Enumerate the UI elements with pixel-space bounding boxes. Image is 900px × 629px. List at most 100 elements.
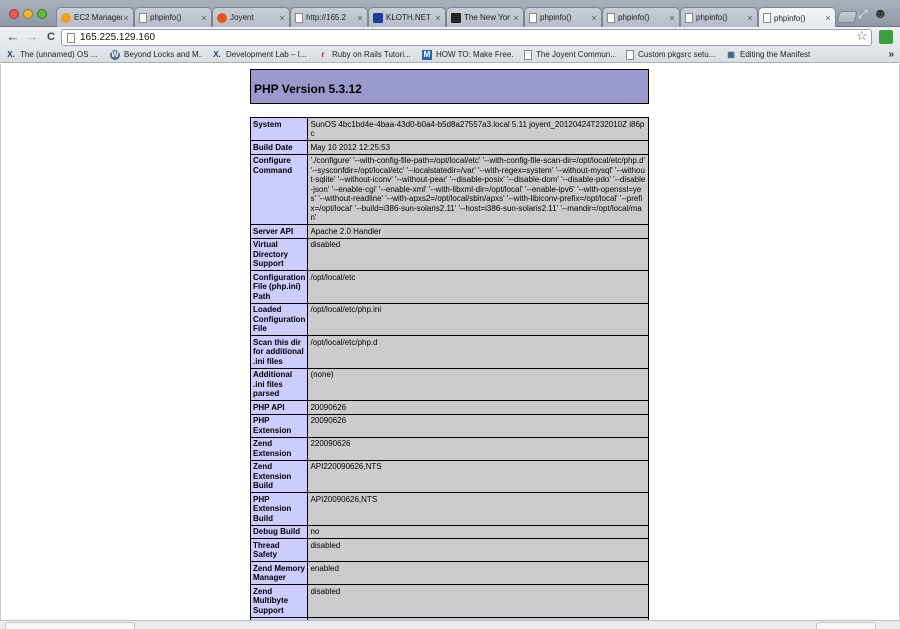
bookmark-item[interactable]: r Ruby on Rails Tutori... (318, 48, 412, 62)
row-key: PHP Extension (249, 413, 309, 438)
page-icon (685, 12, 693, 23)
tab-2[interactable]: Joyent × (212, 7, 290, 27)
page-icon (763, 13, 771, 23)
tab-5[interactable]: The New Yor × (446, 7, 524, 27)
row-key: Zend Extension Build (249, 459, 309, 493)
table-row: Debug Build no (249, 524, 649, 539)
row-value: disabled (307, 237, 649, 271)
row-key: PHP Extension Build (249, 492, 309, 526)
row-key: Zend Multibyte Support (249, 584, 309, 618)
bookmarks-overflow-button[interactable]: » (888, 49, 894, 60)
tab-list: EC2 Managem×phpinfo()×Joyent×http://165.… (56, 7, 836, 28)
bookmark-star-icon[interactable]: ☆ (856, 28, 868, 44)
table-row: Server API Apache 2.0 Handler (249, 224, 649, 239)
fullscreen-icon[interactable]: ⤢ (858, 7, 868, 22)
bookmark-item[interactable]: X. The (unnamed) OS ... (6, 48, 100, 62)
table-row: Thread Safety disabled (249, 538, 649, 562)
tab-close-icon[interactable]: × (200, 13, 208, 22)
tab-strip: EC2 Managem×phpinfo()×Joyent×http://165.… (0, 0, 900, 28)
table-row: PHP Extension 20090626 (249, 413, 649, 438)
bookmarks-bar: X. The (unnamed) OS ... W Beyond Locks and … (0, 47, 900, 63)
row-value: Apache 2.0 Handler (307, 224, 649, 239)
table-row: Configuration File (php.ini) Path/opt/lo… (249, 270, 649, 304)
tab-3[interactable]: http://165.2 × (290, 7, 368, 27)
tab-4[interactable]: KLOTH.NET × (368, 7, 446, 27)
status-bubble (5, 622, 135, 629)
tab-title: phpinfo() (618, 13, 650, 22)
page-icon (139, 12, 147, 23)
tab-close-icon[interactable]: × (668, 13, 676, 22)
bookmark-item[interactable]: M HOW TO: Make Free... (422, 48, 514, 62)
tab-close-icon[interactable]: × (746, 13, 754, 22)
address-bar[interactable]: 165.225.129.160 (61, 29, 872, 46)
tab-close-icon[interactable]: × (590, 13, 598, 22)
nyt-icon (451, 12, 461, 23)
row-value: disabled (307, 584, 649, 618)
x-icon: X. (7, 49, 15, 59)
window-close-button[interactable] (9, 9, 19, 19)
table-row: Zend Multibyte Support disabled (249, 584, 649, 618)
tab-9[interactable]: phpinfo() × (758, 7, 836, 28)
m-icon: M (422, 49, 432, 60)
new-tab-button[interactable] (836, 11, 858, 23)
tab-close-icon[interactable]: × (434, 13, 442, 22)
php-version-header: PHP Version 5.3.12 (250, 69, 649, 104)
page-icon (607, 12, 615, 23)
tab-1[interactable]: phpinfo() × (134, 7, 212, 27)
page-icon (626, 49, 634, 60)
forward-button[interactable]: → (24, 29, 40, 45)
bookmark-item[interactable]: X. Development Lab – I... (212, 48, 308, 62)
window-minimize-button[interactable] (23, 9, 33, 19)
table-row: Zend Extension 220090626 (249, 436, 649, 461)
row-key: Server API (249, 224, 309, 239)
row-value: /opt/local/etc/php.ini (307, 302, 649, 336)
page-icon (295, 12, 303, 23)
table-row: PHP API 20090626 (249, 400, 649, 415)
bookmark-item[interactable]: W Beyond Locks and M... (110, 48, 202, 62)
row-key: Virtual Directory Support (249, 237, 309, 271)
tab-close-icon[interactable]: × (512, 13, 520, 22)
tab-0[interactable]: EC2 Managem× (56, 7, 134, 27)
table-row: Build Date May 10 2012 12:25:53 (249, 140, 649, 155)
row-key: Zend Memory Manager (249, 561, 309, 585)
bookmark-label: The (unnamed) OS ... (20, 50, 98, 59)
page-icon (524, 49, 532, 60)
row-value: disabled (307, 538, 649, 562)
bookmark-label: The Joyent Commun... (536, 50, 616, 59)
bookmark-label: HOW TO: Make Free... (436, 50, 514, 59)
tab-title: phpinfo() (540, 13, 572, 22)
row-value: 220090626 (307, 436, 649, 461)
toolbar: ← → C 165.225.129.160 ☆ (0, 27, 900, 47)
bookmark-item[interactable]: ▦ Editing the Manifest (726, 48, 822, 62)
window-zoom-button[interactable] (37, 9, 47, 19)
tab-close-icon[interactable]: × (122, 13, 130, 22)
row-key: Debug Build (249, 524, 309, 539)
back-button[interactable]: ← (5, 29, 21, 45)
row-value: SunOS 4bc1bd4e-4baa-43d0-b0a4-b5d8a27557… (307, 117, 649, 141)
reload-button[interactable]: C (43, 29, 59, 45)
table-row: Loaded Configuration File/opt/local/etc/… (249, 302, 649, 336)
tab-title: phpinfo() (774, 13, 806, 23)
tab-close-icon[interactable]: × (824, 14, 832, 23)
row-value: API20090626,NTS (307, 492, 649, 526)
tab-6[interactable]: phpinfo() × (524, 7, 602, 27)
row-key: Configuration File (php.ini) Path (249, 270, 309, 304)
bookmark-label: Editing the Manifest (740, 50, 811, 59)
table-row: Scan this dir for additional .ini files /… (249, 335, 649, 369)
bookmark-label: Development Lab – I... (226, 50, 307, 59)
address-bar-url: 165.225.129.160 (80, 32, 156, 43)
extension-icon[interactable] (879, 30, 893, 44)
bookmark-label: Beyond Locks and M... (124, 50, 202, 59)
tab-close-icon[interactable]: × (278, 13, 286, 22)
bookmark-item[interactable]: The Joyent Commun... (524, 48, 616, 62)
tab-close-icon[interactable]: × (356, 13, 364, 22)
row-key: Loaded Configuration File (249, 302, 309, 336)
row-value: /opt/local/etc (307, 270, 649, 304)
page-viewport[interactable]: PHP Version 5.3.12 System SunOS 4bc1bd4e-… (0, 64, 900, 620)
row-value: 20090626 (307, 400, 649, 415)
bookmark-item[interactable]: Custom pkgsrc setu... (626, 48, 716, 62)
tab-7[interactable]: phpinfo() × (602, 7, 680, 27)
row-value: './configure' '--with-config-file-path=/… (307, 153, 649, 225)
tab-title: phpinfo() (150, 13, 182, 22)
tab-8[interactable]: phpinfo() × (680, 7, 758, 27)
